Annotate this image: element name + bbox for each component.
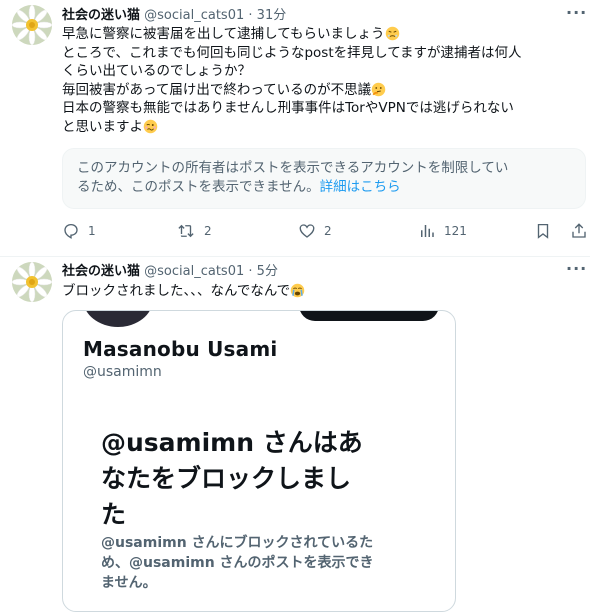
embedded-image-card[interactable]: Masanobu Usami @usamimn @usamimn さんはあ なた… [62,310,456,612]
notice-line: るため、このポストを表示できません。 [77,179,320,195]
tweet-line: と思いますよ [62,118,143,135]
share-icon [572,223,586,238]
tweet-text: 早急に警察に被害届を出して逮捕してもらいましょう ところで、これまでも何回も同じ… [62,25,582,136]
more-options-icon[interactable]: ··· [566,3,587,22]
bookmark-icon [537,223,549,239]
more-options-icon[interactable]: ··· [566,259,587,278]
profile-name: Masanobu Usami [83,337,278,361]
profile-photo [83,311,153,327]
description-line: ません。 [101,575,157,591]
notice-line: このアカウントの所有者はポストを表示できるアカウントを制限してい [77,160,509,176]
tweet-header: 社会の迷い猫 @social_cats01 · 31分 [62,7,286,24]
avatar[interactable] [12,262,52,302]
follow-button [299,311,439,321]
huffing-face-emoji-icon [385,26,399,41]
blocked-description: @usamimn さんにブロックされているた め、@usamimn さんのポスト… [101,533,441,593]
headline-line: た [101,500,127,529]
bookmark-button[interactable] [534,222,552,240]
crying-face-emoji-icon [290,283,305,298]
display-name[interactable]: 社会の迷い猫 [62,264,140,279]
repost-count: 2 [204,224,212,238]
tweet-line: ところで、これまでも何回も同じようなpostを拝見してますが逮捕者は何人 [62,44,522,61]
tweet-line: 早急に警察に被害届を出して逮捕してもらいましょう [62,26,385,42]
tweet-text: ブロックされました、、、なんでなんで [62,282,582,301]
reply-count: 1 [88,224,96,238]
tweet-line: くらい出ているのでしょうか？ [62,63,251,79]
reply-icon [64,223,78,239]
tweet-line: 日本の警察も無能ではありませんし刑事事件はTorやVPNでは逃げられない [62,100,514,116]
share-button[interactable] [570,222,588,240]
view-count: 121 [444,224,467,238]
daisy-flower-avatar-icon [12,262,52,302]
user-handle[interactable]: @social_cats01 [144,8,244,23]
tweet-header: 社会の迷い猫 @social_cats01 · 5分 [62,263,278,280]
thinking-face-emoji-icon [371,82,386,96]
like-count: 2 [324,224,332,238]
user-handle[interactable]: @social_cats01 [144,264,244,279]
separator-dot: · [248,8,253,23]
heart-icon [299,224,315,238]
restricted-notice: このアカウントの所有者はポストを表示できるアカウントを制限してい るため、このポ… [62,148,586,209]
repost-button[interactable]: 2 [176,222,212,240]
daisy-flower-avatar-icon [12,5,52,45]
description-line: め、@usamimn さんのポストを表示でき [101,555,374,571]
tweet-actions: 1 2 2 121 [62,222,586,242]
tweet-line: ブロックされました、、、なんでなんで [62,283,291,299]
analytics-icon [421,225,434,237]
blocked-headline: @usamimn さんはあ なたをブロックしまし た [101,425,441,533]
like-button[interactable]: 2 [298,222,332,240]
timestamp[interactable]: 5分 [257,264,278,279]
headline-line: @usamimn さんはあ [101,428,363,457]
tweet-line: 毎回被害があって届け出で終わっているのが不思議 [62,81,372,98]
woozy-face-emoji-icon [143,119,158,133]
display-name[interactable]: 社会の迷い猫 [62,8,140,23]
description-line: @usamimn さんにブロックされているた [101,535,374,551]
timestamp[interactable]: 31分 [257,8,287,23]
repost-icon [178,224,194,238]
views-button[interactable]: 121 [418,222,467,240]
headline-line: なたをブロックしまし [101,464,352,493]
tweet-divider [0,256,590,257]
reply-button[interactable]: 1 [62,222,96,240]
learn-more-link[interactable]: 詳細はこちら [320,179,401,195]
profile-handle: @usamimn [83,364,162,380]
separator-dot: · [248,264,253,279]
avatar[interactable] [12,5,52,45]
